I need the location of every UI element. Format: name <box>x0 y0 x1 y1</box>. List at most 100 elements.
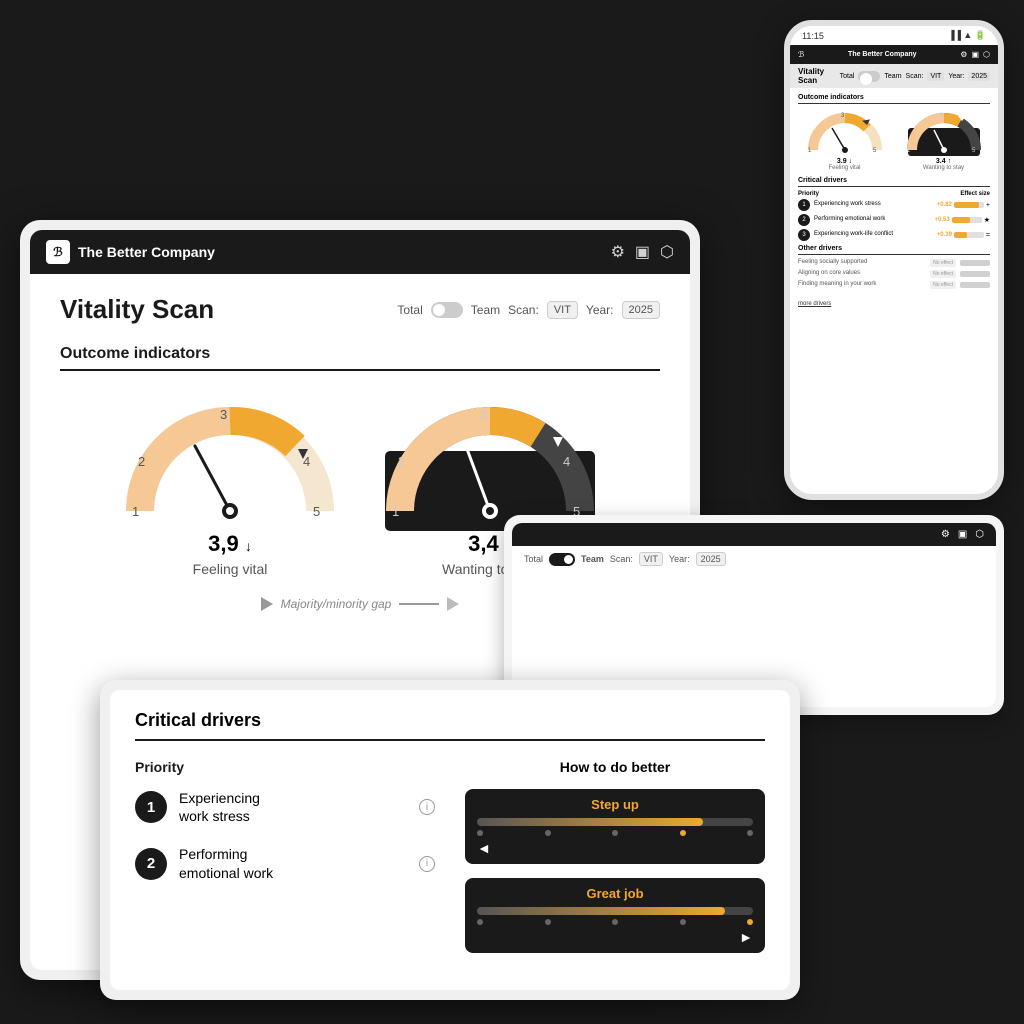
phone-settings-icon[interactable]: ⚙ <box>960 50 967 59</box>
driver-num-2: 2 <box>135 848 167 880</box>
view-controls: Total Team Scan: VIT Year: 2025 <box>397 301 660 319</box>
team-label: Team <box>471 303 500 317</box>
effect-arrow-1: ◄ <box>477 840 753 856</box>
driver-name-1: Experiencingwork stress <box>179 789 407 825</box>
phone-driver-3: 3 Experiencing work-life conflict +0.39 … <box>798 229 990 241</box>
phone-gauge-vital: 1 5 3 3.9 ↓ Feeling vital <box>798 108 891 171</box>
bar-dots-1 <box>477 830 753 836</box>
phone-scan-label: Scan: <box>906 73 924 80</box>
bottom-year-select[interactable]: 2025 <box>696 552 726 566</box>
critical-left-col: Priority 1 Experiencingwork stress i 2 P… <box>135 759 435 967</box>
scan-select[interactable]: VIT <box>547 301 578 319</box>
svg-text:3: 3 <box>220 407 227 422</box>
bottom-share-icon[interactable]: ⬡ <box>975 529 984 540</box>
phone-driver-num-1: 1 <box>798 199 810 211</box>
phone-total: Total <box>840 73 855 80</box>
phone-save-icon[interactable]: ▣ <box>971 50 979 59</box>
phone-logo: ℬ <box>798 50 804 59</box>
logo-icon: ℬ <box>46 240 70 264</box>
bottom-scan-label: Scan: <box>610 554 633 564</box>
bottom-toggle[interactable] <box>549 553 575 566</box>
dot <box>747 830 753 836</box>
info-icon-2[interactable]: i <box>419 856 435 872</box>
phone-effect-2: +0.53 <box>935 217 950 223</box>
save-icon[interactable]: ▣ <box>635 242 650 262</box>
phone-content: Outcome indicators 1 5 3 3.9 ↓ Feeling v… <box>790 88 998 500</box>
phone-gauges: 1 5 3 3.9 ↓ Feeling vital 1 5 <box>798 108 990 171</box>
effect-bar-2: Great job ► <box>465 878 765 953</box>
dot-active <box>747 919 753 925</box>
phone-critical-section: Critical drivers Priority Effect size 1 … <box>798 177 990 241</box>
phone-driver-num-3: 3 <box>798 229 810 241</box>
svg-text:3: 3 <box>480 407 487 422</box>
phone-driver-2: 2 Performing emotional work +0.53 ★ <box>798 214 990 226</box>
phone-other-2: Aligning on core values No effect <box>798 270 990 278</box>
dot <box>545 830 551 836</box>
phone-share-icon[interactable]: ⬡ <box>983 50 990 59</box>
info-icon-1[interactable]: i <box>419 799 435 815</box>
dot <box>545 919 551 925</box>
gauge-feeling-vital: 1 2 3 4 5 3,9 ↓ Feeling vital <box>120 391 340 577</box>
driver-item-1: 1 Experiencingwork stress i <box>135 789 435 825</box>
bottom-card-placeholder <box>512 572 996 594</box>
share-icon[interactable]: ⬡ <box>660 242 674 262</box>
phone-driver-1: 1 Experiencing work stress +0.82 + <box>798 199 990 211</box>
phone-status-icons: ▐▐ ▲ 🔋 <box>948 30 986 41</box>
dot <box>612 830 618 836</box>
phone-driver-bar-2: +0.53 ★ <box>935 216 990 224</box>
effect-track-1 <box>477 818 753 826</box>
critical-drivers-card: Critical drivers Priority 1 Experiencing… <box>100 680 800 1000</box>
phone-year-val[interactable]: 2025 <box>968 72 990 81</box>
bottom-scan-select[interactable]: VIT <box>639 552 663 566</box>
app-logo: ℬ The Better Company <box>46 240 215 264</box>
bottom-save-icon[interactable]: ▣ <box>958 529 967 540</box>
phone-time: 11:15 <box>802 31 824 41</box>
svg-text:2: 2 <box>138 454 145 469</box>
phone-other-title: Other drivers <box>798 245 990 255</box>
phone-driver-bar-3: +0.39 = <box>937 232 990 239</box>
phone-header-icons: ⚙ ▣ ⬡ <box>960 50 990 59</box>
minority-line <box>399 603 439 605</box>
phone-company: The Better Company <box>848 51 916 58</box>
phone-gauge2-val: 3.4 ↑ <box>936 158 951 165</box>
phone-toggle[interactable] <box>858 71 880 82</box>
gauge1-label: Feeling vital <box>193 561 268 577</box>
phone-scan-bar: Vitality Scan Total Team Scan: VIT Year:… <box>790 64 998 88</box>
triangle-icon <box>261 597 273 611</box>
year-label: Year: <box>586 303 614 317</box>
driver-item-2: 2 Performingemotional work i <box>135 845 435 881</box>
critical-title: Critical drivers <box>135 710 765 741</box>
svg-text:4: 4 <box>563 454 570 469</box>
effect-bar-label-2: Great job <box>477 886 753 901</box>
bottom-settings-icon[interactable]: ⚙ <box>941 529 950 540</box>
phone-other-bar-1 <box>960 260 990 266</box>
phone-no-effect-2: No effect <box>930 270 956 278</box>
phone-app-header: ℬ The Better Company ⚙ ▣ ⬡ <box>790 45 998 64</box>
phone-status-bar: 11:15 ▐▐ ▲ 🔋 <box>790 26 998 45</box>
driver-name-2: Performingemotional work <box>179 845 407 881</box>
year-select[interactable]: 2025 <box>622 301 660 319</box>
majority-minority-label: Majority/minority gap <box>281 597 392 611</box>
phone-effect-1: +0.82 <box>937 202 952 208</box>
phone-scan-val[interactable]: VIT <box>927 72 944 81</box>
driver-num-1: 1 <box>135 791 167 823</box>
svg-text:1: 1 <box>392 504 399 519</box>
dot <box>477 919 483 925</box>
critical-right-col: How to do better Step up ◄ <box>465 759 765 967</box>
more-drivers-link[interactable]: more drivers <box>798 301 831 307</box>
tablet-header: ℬ The Better Company ⚙ ▣ ⬡ <box>30 230 690 274</box>
phone-driver-text-1: Experiencing work stress <box>814 201 933 208</box>
header-icons: ⚙ ▣ ⬡ <box>611 242 674 262</box>
phone-outcome-title: Outcome indicators <box>798 94 990 104</box>
bottom-year-label: Year: <box>669 554 690 564</box>
phone-device: 11:15 ▐▐ ▲ 🔋 ℬ The Better Company ⚙ ▣ ⬡ … <box>784 20 1004 500</box>
phone-scan-title: Vitality Scan <box>798 67 840 85</box>
phone-no-effect-3: No effect <box>930 281 956 289</box>
effect-bar-1: Step up ◄ <box>465 789 765 864</box>
total-team-toggle[interactable] <box>431 302 463 318</box>
bar-dots-2 <box>477 919 753 925</box>
settings-icon[interactable]: ⚙ <box>611 242 625 262</box>
scan-label: Scan: <box>508 303 539 317</box>
phone-driver-num-2: 2 <box>798 214 810 226</box>
phone-other-bar-3 <box>960 282 990 288</box>
